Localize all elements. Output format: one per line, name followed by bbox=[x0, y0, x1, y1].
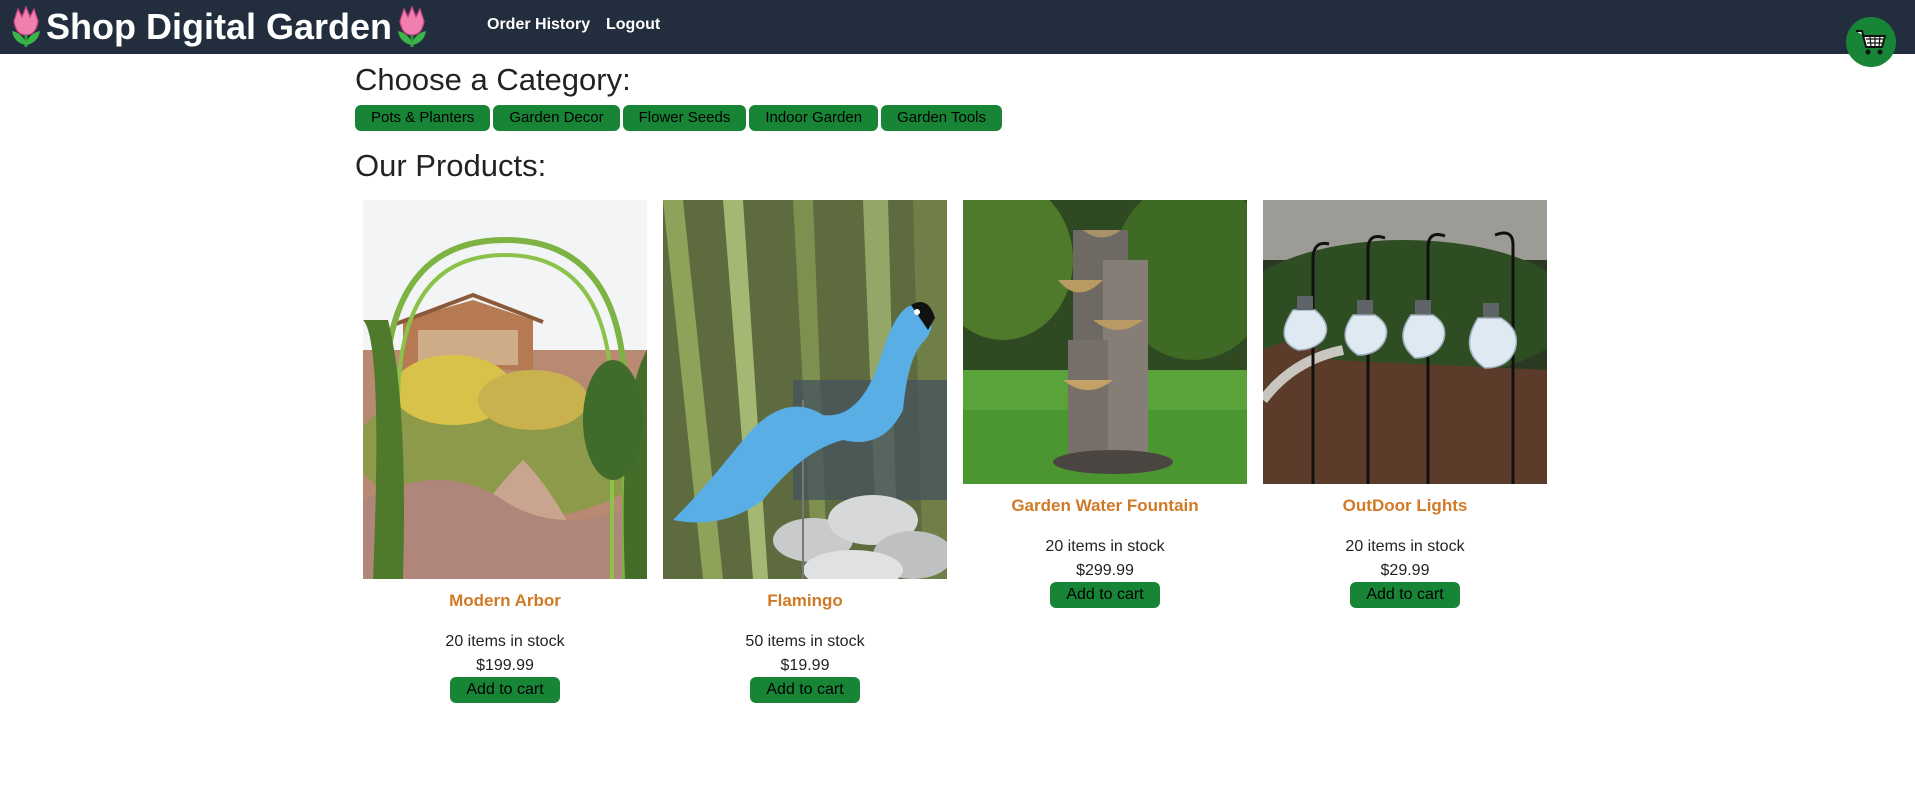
product-stock: 20 items in stock bbox=[1345, 538, 1465, 555]
product-name[interactable]: Flamingo bbox=[663, 591, 947, 611]
product-card: Modern Arbor 20 items in stock $199.99 A… bbox=[363, 200, 647, 703]
product-card: Flamingo 50 items in stock $19.99 Add to… bbox=[663, 200, 947, 703]
category-garden-tools[interactable]: Garden Tools bbox=[881, 105, 1003, 131]
add-to-cart-button[interactable]: Add to cart bbox=[1050, 582, 1160, 608]
top-navbar: Shop Digital Garden Order History Logout bbox=[0, 0, 1915, 67]
category-flower-seeds[interactable]: Flower Seeds bbox=[622, 105, 747, 131]
brand-link[interactable]: Shop Digital Garden bbox=[6, 4, 432, 50]
product-card: OutDoor Lights 20 items in stock $29.99 … bbox=[1263, 200, 1547, 608]
product-name[interactable]: Modern Arbor bbox=[363, 591, 647, 611]
add-to-cart-button[interactable]: Add to cart bbox=[450, 677, 560, 703]
product-image-outdoor-lights[interactable] bbox=[1263, 200, 1547, 484]
product-stock: 50 items in stock bbox=[745, 633, 865, 650]
add-to-cart-button[interactable]: Add to cart bbox=[750, 677, 860, 703]
category-garden-decor[interactable]: Garden Decor bbox=[493, 105, 620, 131]
product-image-garden-water-fountain[interactable] bbox=[963, 200, 1247, 484]
product-stock: 20 items in stock bbox=[1045, 538, 1165, 555]
product-image-modern-arbor[interactable] bbox=[363, 200, 647, 579]
category-pots-planters[interactable]: Pots & Planters bbox=[355, 105, 491, 131]
product-price: $19.99 bbox=[780, 657, 830, 674]
cart-button[interactable] bbox=[1846, 17, 1896, 67]
nav-logout[interactable]: Logout bbox=[606, 16, 660, 34]
tulip-icon bbox=[398, 5, 427, 47]
product-price: $299.99 bbox=[1076, 562, 1134, 579]
category-indoor-garden[interactable]: Indoor Garden bbox=[749, 105, 879, 131]
brand-title: Shop Digital Garden bbox=[46, 6, 393, 47]
category-heading: Choose a Category: bbox=[355, 62, 631, 97]
product-name[interactable]: OutDoor Lights bbox=[1263, 496, 1547, 516]
add-to-cart-button[interactable]: Add to cart bbox=[1350, 582, 1460, 608]
products-heading: Our Products: bbox=[355, 148, 547, 183]
product-price: $29.99 bbox=[1380, 562, 1430, 579]
product-stock: 20 items in stock bbox=[445, 633, 565, 650]
category-buttons: Pots & Planters Garden Decor Flower Seed… bbox=[355, 105, 1003, 131]
nav-order-history[interactable]: Order History bbox=[487, 16, 590, 34]
product-name[interactable]: Garden Water Fountain bbox=[963, 496, 1247, 516]
product-card: Garden Water Fountain 20 items in stock … bbox=[963, 200, 1247, 608]
shopping-cart-icon bbox=[1856, 30, 1886, 55]
product-image-flamingo[interactable] bbox=[663, 200, 947, 579]
tulip-icon bbox=[12, 5, 40, 47]
product-price: $199.99 bbox=[476, 657, 534, 674]
